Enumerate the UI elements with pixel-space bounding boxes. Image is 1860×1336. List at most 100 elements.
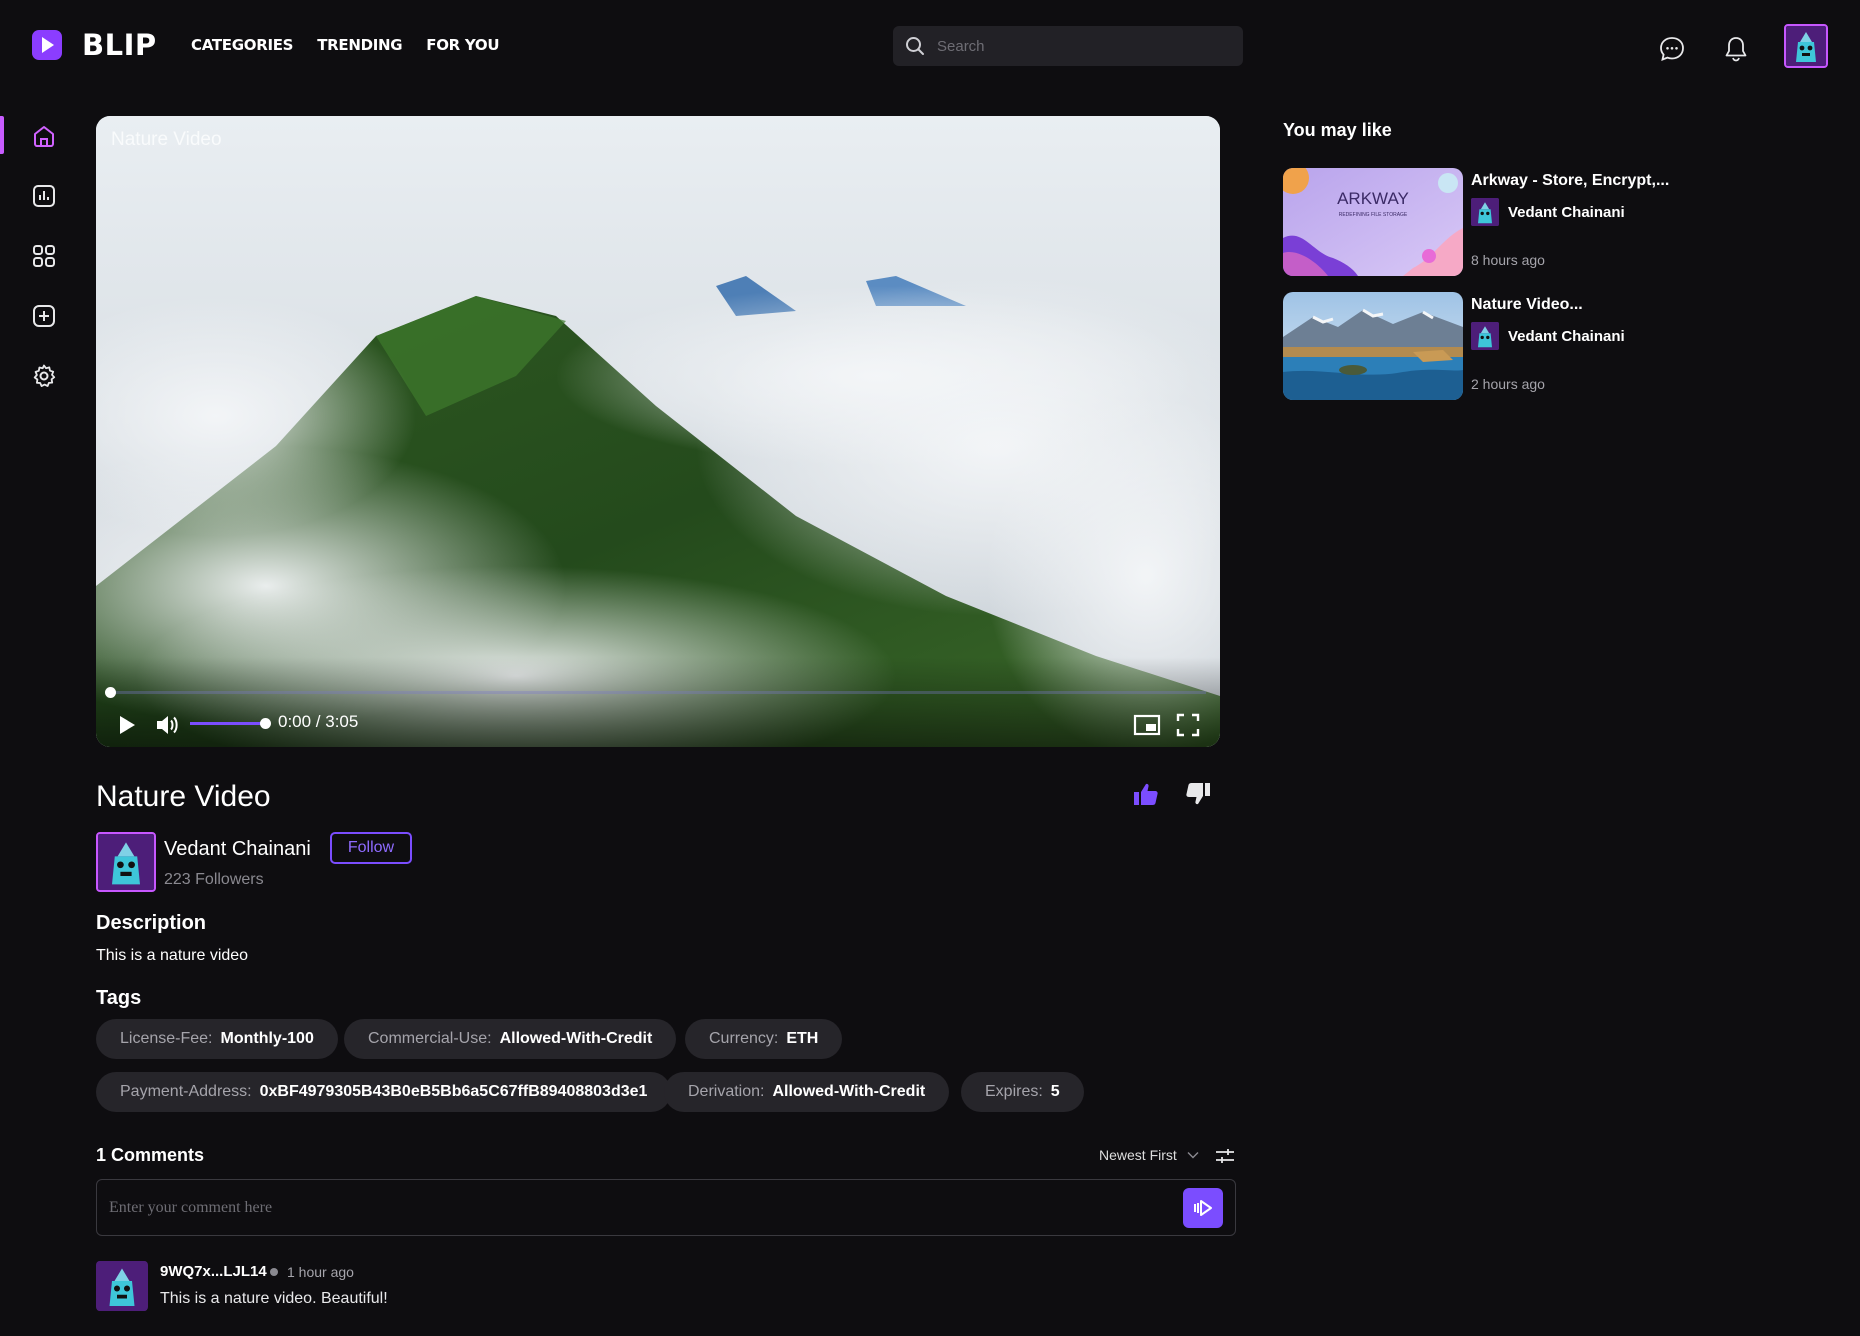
- comments-heading: 1 Comments: [96, 1145, 205, 1165]
- video-title: Nature Video: [96, 780, 271, 813]
- recommendation-thumbnail: [1283, 292, 1463, 400]
- follow-button[interactable]: Follow: [330, 832, 412, 864]
- send-comment-button[interactable]: [1183, 1188, 1223, 1228]
- thumb-title: ARKWAY: [1337, 189, 1409, 208]
- recommendation-author-avatar: [1471, 198, 1499, 226]
- logo-play-icon: [32, 30, 62, 60]
- progress-handle[interactable]: [105, 687, 116, 698]
- description-heading: Description: [96, 912, 207, 934]
- brand-logo[interactable]: BLIP: [32, 28, 157, 62]
- send-icon: [1194, 1200, 1212, 1216]
- comment-username[interactable]: 9WQ7x...LJL14: [160, 1263, 267, 1280]
- tag-key: Currency:: [709, 1030, 779, 1047]
- bell-icon[interactable]: [1721, 34, 1751, 64]
- main-nav: CATEGORIES TRENDING FOR YOU: [191, 36, 500, 54]
- picture-in-picture-icon: [1133, 714, 1161, 736]
- brand-name: BLIP: [82, 28, 157, 62]
- recommendation-author-avatar: [1471, 322, 1499, 350]
- recommendation-author: Vedant Chainani: [1508, 204, 1625, 221]
- comment-avatar[interactable]: [96, 1261, 148, 1311]
- sidebar-item-upload[interactable]: [28, 300, 60, 332]
- comment-composer: [96, 1179, 1236, 1236]
- nav-for-you[interactable]: FOR YOU: [426, 36, 499, 54]
- tags-heading: Tags: [96, 987, 142, 1009]
- thumbs-up-icon: [1134, 783, 1158, 805]
- sidebar-item-grid[interactable]: [28, 240, 60, 272]
- volume-icon: [157, 716, 178, 734]
- top-bar: BLIP CATEGORIES TRENDING FOR YOU: [0, 0, 1860, 92]
- recommendation-title: Arkway - Store, Encrypt,...: [1471, 172, 1670, 189]
- tag-chip: Currency: ETH: [685, 1019, 843, 1059]
- tag-value: 0xBF4979305B43B0eB5Bb6a5C67ffB89408803d3…: [259, 1083, 648, 1100]
- author-name[interactable]: Vedant Chainani: [164, 838, 311, 861]
- tag-chip: Derivation: Allowed-With-Credit: [664, 1072, 950, 1112]
- video-frame: [96, 116, 1220, 747]
- recommendation-title: Nature Video...: [1471, 296, 1583, 313]
- tag-value: Allowed-With-Credit: [772, 1083, 926, 1100]
- tag-key: License-Fee:: [120, 1030, 213, 1047]
- controls-backdrop: [96, 657, 1220, 747]
- sidebar-item-settings[interactable]: [28, 360, 60, 392]
- pip-button[interactable]: [1133, 712, 1161, 738]
- grid-icon: [33, 245, 55, 267]
- comment-text: This is a nature video. Beautiful!: [160, 1290, 388, 1307]
- sidebar-item-analytics[interactable]: [28, 180, 60, 212]
- filter-button[interactable]: [1214, 1145, 1236, 1167]
- fullscreen-button[interactable]: [1175, 712, 1201, 738]
- follower-count: 223 Followers: [164, 871, 264, 888]
- play-icon: [120, 716, 135, 734]
- comment-time: 1 hour ago: [287, 1264, 354, 1280]
- tag-key: Expires:: [985, 1083, 1043, 1100]
- fullscreen-icon: [1176, 713, 1200, 737]
- tag-key: Payment-Address:: [120, 1083, 252, 1100]
- recommendation-thumbnail: ARKWAY REDEFINING FILE STORAGE: [1283, 168, 1463, 276]
- recommendation-card[interactable]: ARKWAY REDEFINING FILE STORAGE Arkway - …: [1283, 168, 1823, 276]
- recommendation-time: 8 hours ago: [1471, 252, 1545, 268]
- settings-icon: [33, 364, 56, 387]
- chat-icon[interactable]: [1657, 34, 1687, 64]
- recommendation-author: Vedant Chainani: [1508, 328, 1625, 345]
- search-input[interactable]: [937, 37, 1217, 55]
- chevron-down-icon: [1187, 1152, 1199, 1159]
- video-overlay-title: Nature Video: [111, 129, 222, 150]
- filter-icon: [1216, 1149, 1234, 1163]
- sidebar-item-home[interactable]: [28, 120, 60, 152]
- recommendations-heading: You may like: [1283, 120, 1392, 140]
- tag-chip: Payment-Address: 0xBF4979305B43B0eB5Bb6a5…: [96, 1072, 672, 1112]
- search-icon: [906, 37, 924, 55]
- tag-value: 5: [1050, 1083, 1060, 1100]
- volume-handle[interactable]: [260, 718, 271, 729]
- nav-categories[interactable]: CATEGORIES: [191, 36, 293, 54]
- video-player[interactable]: Nature Video 0:00 / 3:05: [96, 116, 1220, 747]
- time-display: 0:00 / 3:05: [278, 712, 359, 731]
- description-text: This is a nature video: [96, 947, 249, 964]
- volume-slider[interactable]: [190, 722, 270, 725]
- progress-bar[interactable]: [110, 691, 1206, 694]
- search-bar: [893, 26, 1243, 66]
- tag-key: Commercial-Use:: [368, 1030, 492, 1047]
- dislike-button[interactable]: [1184, 780, 1212, 808]
- author-avatar[interactable]: [96, 832, 156, 892]
- tag-chip: Commercial-Use: Allowed-With-Credit: [344, 1019, 677, 1059]
- separator-dot: [270, 1268, 278, 1276]
- thumb-subtitle: REDEFINING FILE STORAGE: [1339, 212, 1408, 218]
- like-button[interactable]: [1132, 780, 1160, 808]
- sort-dropdown[interactable]: Newest First: [1099, 1147, 1199, 1163]
- nav-trending[interactable]: TRENDING: [317, 36, 402, 54]
- add-icon: [33, 305, 55, 327]
- recommendation-time: 2 hours ago: [1471, 376, 1545, 392]
- volume-button[interactable]: [153, 711, 181, 739]
- tag-chip: Expires: 5: [961, 1072, 1084, 1112]
- play-button[interactable]: [114, 712, 140, 738]
- user-avatar[interactable]: [1784, 24, 1828, 68]
- tag-chip: License-Fee: Monthly-100: [96, 1019, 338, 1059]
- home-icon: [34, 126, 54, 147]
- sort-label: Newest First: [1099, 1147, 1177, 1163]
- tag-value: ETH: [786, 1030, 819, 1047]
- thumbs-down-icon: [1186, 783, 1210, 805]
- tag-value: Allowed-With-Credit: [499, 1030, 653, 1047]
- comment-input[interactable]: [109, 1194, 1159, 1222]
- recommendation-card[interactable]: Nature Video... Vedant Chainani 2 hours …: [1283, 292, 1823, 400]
- tag-key: Derivation:: [688, 1083, 765, 1100]
- analytics-icon: [33, 185, 55, 207]
